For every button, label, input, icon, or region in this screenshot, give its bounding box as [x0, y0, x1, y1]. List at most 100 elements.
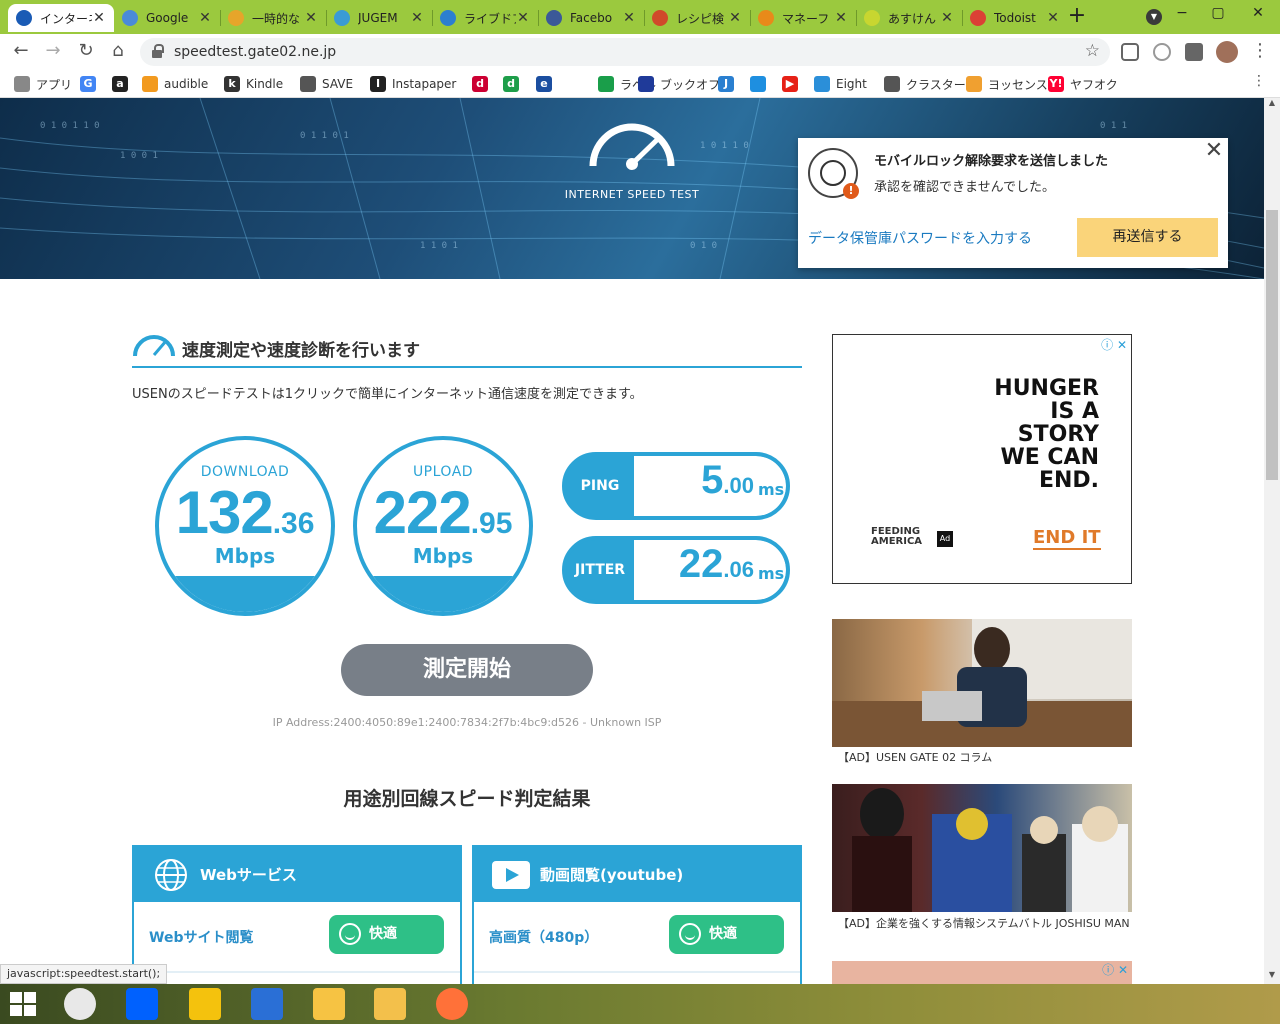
bookmark-item[interactable]: ▶ — [782, 75, 804, 93]
ehon-icon: e — [536, 76, 552, 92]
new-tab-button[interactable]: + — [1066, 5, 1088, 28]
bookmark-label: audible — [164, 77, 209, 91]
bookmark-item[interactable]: ブックオフ — [638, 75, 720, 93]
vault-password-link[interactable]: データ保管庫パスワードを入力する — [808, 228, 1032, 248]
lock-icon[interactable] — [152, 44, 164, 58]
start-test-button[interactable]: 測定開始 — [341, 644, 593, 696]
start-button[interactable] — [10, 992, 36, 1016]
page-scrollbar[interactable]: ▲ ▼ — [1264, 98, 1280, 984]
instapaper-icon: I — [370, 76, 386, 92]
bookmark-item[interactable]: J — [718, 75, 740, 93]
tab-close-icon[interactable]: ✕ — [92, 10, 106, 26]
browser-tab[interactable]: Facebo ✕ — [538, 4, 644, 32]
bookmark-item[interactable]: Y! ヤフオク — [1048, 75, 1118, 93]
web-service-card: Webサービス Webサイト閲覧 快適 — [132, 845, 462, 984]
bookmark-item[interactable]: I Instapaper — [370, 75, 456, 93]
status-badge: 快適 — [669, 915, 784, 954]
address-bar[interactable]: speedtest.gate02.ne.jp ☆ — [140, 38, 1110, 66]
keep-icon[interactable] — [313, 988, 345, 1020]
ad-caption[interactable]: 【AD】USEN GATE 02 コラム — [838, 749, 992, 765]
close-window-button[interactable]: ✕ — [1238, 0, 1278, 30]
tab-close-icon[interactable]: ✕ — [622, 10, 636, 26]
ad-image-laptop[interactable] — [832, 619, 1132, 747]
browser-tab[interactable]: マネーフ ✕ — [750, 4, 856, 32]
menu-icon[interactable]: ⋮ — [1248, 40, 1272, 64]
bookmark-item[interactable]: d — [472, 75, 494, 93]
eight-icon — [814, 76, 830, 92]
bookmarks-more-icon[interactable]: ⋮ — [1252, 73, 1266, 89]
ping-unit: ms — [758, 480, 785, 499]
person-with-laptop-image — [832, 619, 1132, 747]
browser-tab[interactable]: インターネ✕ — [8, 4, 114, 32]
bookmark-item[interactable]: Eight — [814, 75, 867, 93]
scroll-down-icon[interactable]: ▼ — [1264, 970, 1280, 984]
browser-tab[interactable]: JUGEM ✕ — [326, 4, 432, 32]
file-explorer-icon[interactable] — [374, 988, 406, 1020]
globe-icon — [884, 76, 900, 92]
bookmark-item[interactable]: SAVE — [300, 75, 353, 93]
bookmark-label: Kindle — [246, 77, 284, 91]
ad-choices-icon[interactable]: ⓘ ✕ — [1101, 336, 1127, 353]
tab-close-icon[interactable]: ✕ — [410, 10, 424, 26]
bookmark-item[interactable]: e — [536, 75, 558, 93]
ad-banner-bottom[interactable]: ⓘ ✕ — [832, 961, 1132, 984]
back-button[interactable]: ← — [9, 40, 33, 64]
ad-cta[interactable]: END IT — [1033, 527, 1101, 550]
maximize-button[interactable]: ▢ — [1198, 0, 1238, 30]
scroll-up-icon[interactable]: ▲ — [1264, 98, 1280, 112]
bookmark-item[interactable]: クラスター — [884, 75, 966, 93]
close-icon[interactable]: ✕ — [1204, 138, 1224, 163]
firefox-icon[interactable] — [436, 988, 468, 1020]
forward-button[interactable]: → — [41, 40, 65, 64]
tab-separator — [220, 10, 221, 26]
browser-tab[interactable]: ライブドア✕ — [432, 4, 538, 32]
tab-close-icon[interactable]: ✕ — [1046, 10, 1060, 26]
browser-tab[interactable]: 一時的な ✕ — [220, 4, 326, 32]
home-button[interactable]: ⌂ — [106, 40, 130, 64]
upload-gauge: UPLOAD 222.95 Mbps — [353, 436, 533, 616]
bookoff-icon — [638, 76, 654, 92]
bookmark-item[interactable]: d — [503, 75, 525, 93]
bookmark-item[interactable]: アプリ — [14, 75, 72, 93]
tab-close-icon[interactable]: ✕ — [940, 10, 954, 26]
browser-tab[interactable]: レシピ検 ✕ — [644, 4, 750, 32]
tab-close-icon[interactable]: ✕ — [198, 10, 212, 26]
ad-caption[interactable]: 【AD】企業を強くする情報システムバトル JOSHISU MAN — [838, 915, 1130, 931]
bookmark-item[interactable]: audible — [142, 75, 208, 93]
puzzle-icon[interactable] — [1185, 43, 1203, 61]
tab-search-icon[interactable]: ▼ — [1146, 9, 1162, 25]
tab-close-icon[interactable]: ✕ — [304, 10, 318, 26]
dropbox-icon[interactable] — [126, 988, 158, 1020]
bookmark-item[interactable]: G — [80, 75, 102, 93]
tab-close-icon[interactable]: ✕ — [728, 10, 742, 26]
bookmark-item[interactable]: k Kindle — [224, 75, 283, 93]
thunderbird-icon[interactable] — [251, 988, 283, 1020]
page-viewport: 0 1 0 1 1 0 1 0 0 1 0 1 1 0 1 1 1 0 1 1 0 … — [0, 98, 1264, 984]
extension-icon[interactable] — [1121, 43, 1139, 61]
resend-button[interactable]: 再送信する — [1077, 218, 1218, 257]
lastpass-icon[interactable] — [1153, 43, 1171, 61]
ad-image-manga[interactable] — [832, 784, 1132, 912]
bookmark-item[interactable]: a — [112, 75, 134, 93]
bookmark-item[interactable]: ヨッセンス — [966, 75, 1048, 93]
jitter-label: JITTER — [574, 562, 626, 578]
svg-text:1 0 0 1: 1 0 0 1 — [120, 151, 158, 161]
bookmark-item[interactable] — [750, 75, 772, 93]
tab-close-icon[interactable]: ✕ — [516, 10, 530, 26]
reload-button[interactable]: ↻ — [74, 40, 98, 64]
ad-banner[interactable]: ⓘ ✕ HUNGER IS A STORY WE CAN END. FEEDIN… — [832, 334, 1132, 584]
card-title: Webサービス — [200, 866, 297, 884]
browser-tab[interactable]: Todoist ✕ — [962, 4, 1068, 32]
scroll-thumb[interactable] — [1266, 210, 1278, 480]
section-header: 速度測定や速度診断を行います — [132, 330, 802, 368]
tab-close-icon[interactable]: ✕ — [834, 10, 848, 26]
minimize-button[interactable]: − — [1162, 0, 1202, 30]
browser-tab[interactable]: Google ✕ — [114, 4, 220, 32]
bookmark-star-icon[interactable]: ☆ — [1085, 41, 1100, 61]
norton-icon[interactable] — [189, 988, 221, 1020]
ad-choices-icon[interactable]: ⓘ ✕ — [1102, 961, 1128, 978]
url-text[interactable]: speedtest.gate02.ne.jp — [174, 44, 336, 60]
chrome-icon[interactable] — [64, 988, 96, 1020]
avatar[interactable] — [1216, 41, 1238, 63]
browser-tab[interactable]: あすけん ✕ — [856, 4, 962, 32]
